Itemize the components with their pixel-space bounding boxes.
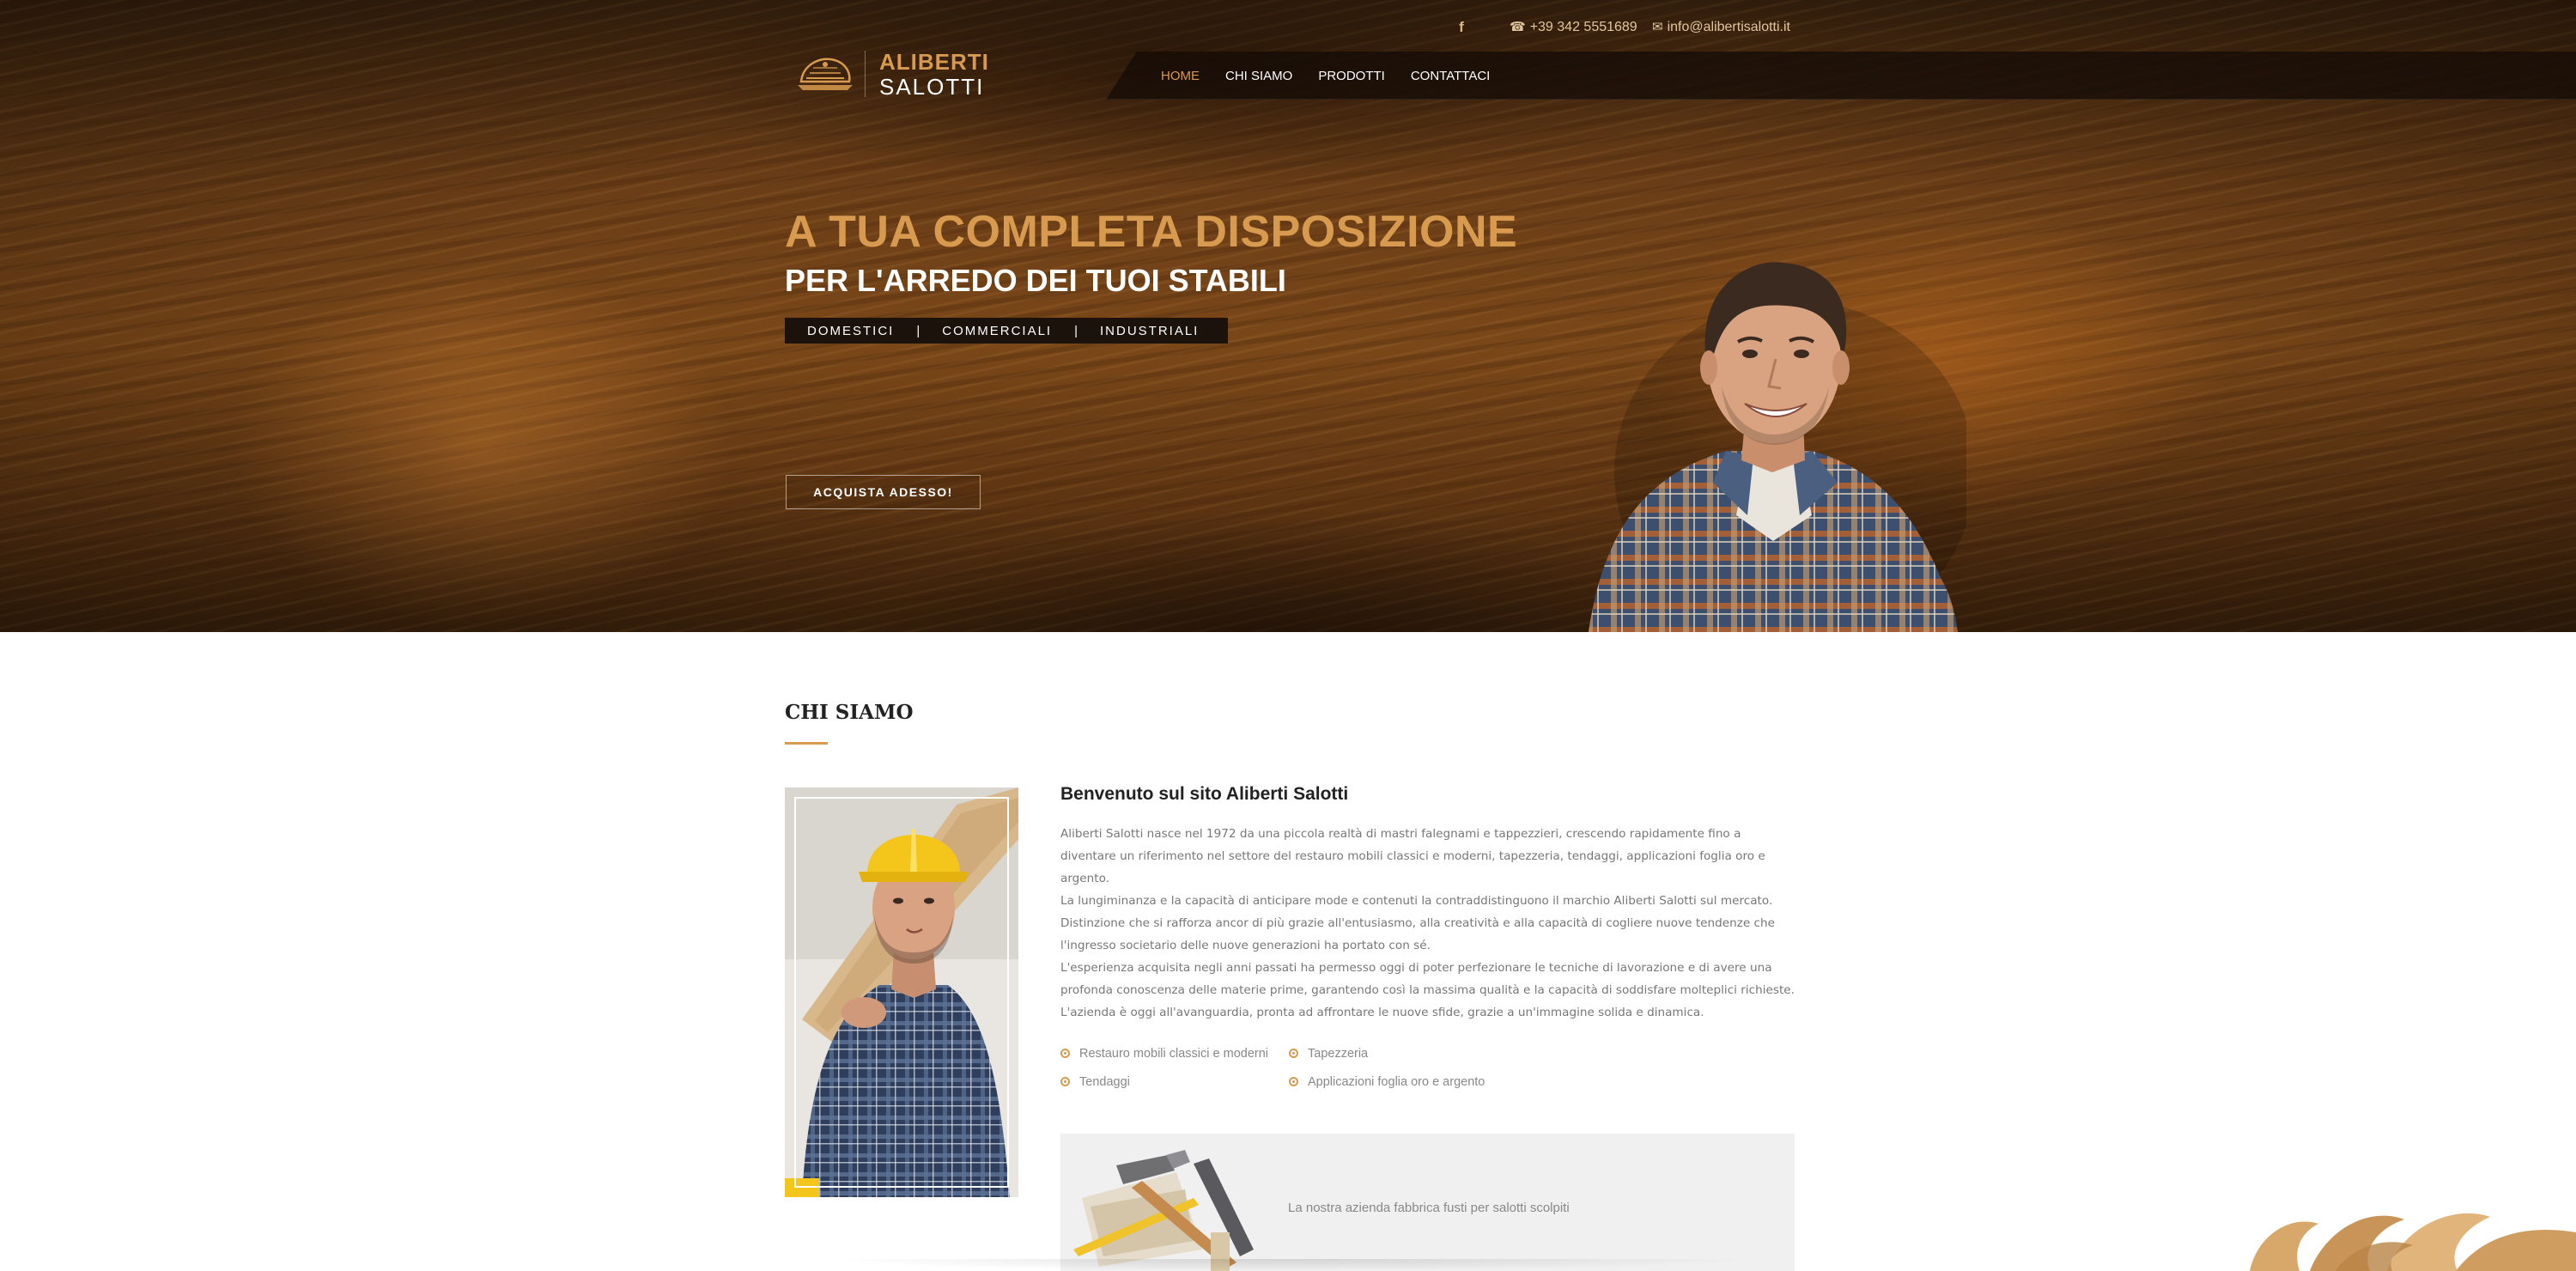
hero-tag-separator: | — [1074, 323, 1078, 338]
feature-item: Restauro mobili classici e moderni — [1060, 1044, 1268, 1063]
hero-tags: DOMESTICI | COMMERCIALI | INDUSTRIALI — [785, 318, 1228, 344]
site-logo[interactable]: ALIBERTI SALOTTI — [794, 47, 988, 103]
envelope-icon: ✉ — [1652, 20, 1663, 34]
tools-image — [1073, 1150, 1254, 1271]
hero-tag-industriali: INDUSTRIALI — [1100, 323, 1200, 338]
wood-shavings-image — [2250, 1213, 2576, 1271]
bullet-icon — [1060, 1076, 1070, 1086]
bullet-icon — [1289, 1076, 1298, 1086]
bullet-icon — [1289, 1048, 1298, 1058]
buy-now-button[interactable]: ACQUISTA ADESSO! — [786, 475, 981, 509]
nav-item-prodotti[interactable]: PRODOTTI — [1318, 69, 1385, 83]
logo-emblem-icon — [798, 58, 853, 90]
hero-subtitle: PER L'ARREDO DEI TUOI STABILI — [785, 263, 1286, 298]
section-title-chi-siamo: CHI SIAMO — [785, 701, 914, 724]
facebook-icon[interactable]: f — [1451, 17, 1472, 38]
phone-icon: ☎ — [1510, 20, 1526, 34]
bullet-icon — [1060, 1048, 1070, 1058]
feature-item: Tendaggi — [1060, 1073, 1130, 1092]
about-paragraph: L'esperienza acquisita negli anni passat… — [1060, 961, 1795, 997]
about-text: Aliberti Salotti nasce nel 1972 da una p… — [1060, 823, 1795, 1024]
hero-tag-commerciali: COMMERCIALI — [942, 323, 1053, 338]
logo-divider — [865, 51, 866, 97]
card-shadow — [816, 1259, 1760, 1271]
about-paragraph: Aliberti Salotti nasce nel 1972 da una p… — [1060, 827, 1765, 885]
about-paragraph: L'azienda è oggi all'avanguardia, pronta… — [1060, 1006, 1704, 1019]
hero-tag-separator: | — [916, 323, 920, 338]
feature-item: Applicazioni foglia oro e argento — [1289, 1073, 1485, 1092]
about-paragraph: La lungiminanza e la capacità di anticip… — [1060, 894, 1776, 952]
section-title-underline — [785, 742, 828, 745]
feature-list: Restauro mobili classici e moderni Tapez… — [1060, 1044, 1576, 1104]
hero-banner: f ☎ +39 342 5551689 ✉ info@alibertisalotti… — [0, 0, 2576, 632]
contact-email[interactable]: ✉ info@alibertisalotti.it — [1652, 17, 1790, 38]
feature-label: Tendaggi — [1079, 1075, 1130, 1089]
contact-phone-text: +39 342 5551689 — [1529, 20, 1637, 34]
hero-tag-domestici: DOMESTICI — [807, 323, 895, 338]
contact-email-text: info@alibertisalotti.it — [1667, 20, 1790, 34]
hero-person-image — [1589, 262, 1966, 632]
about-heading: Benvenuto sul sito Aliberti Salotti — [1060, 784, 1349, 804]
worker-photo-frame — [794, 797, 1009, 1188]
feature-item: Tapezzeria — [1289, 1044, 1368, 1063]
nav-item-chi-siamo[interactable]: CHI SIAMO — [1225, 69, 1292, 83]
logo-text-aliberti: ALIBERTI — [879, 49, 989, 75]
nav-item-home[interactable]: HOME — [1161, 69, 1200, 83]
feature-label: Tapezzeria — [1308, 1047, 1369, 1061]
main-nav: HOME CHI SIAMO PRODOTTI CONTATTACI — [1161, 52, 1490, 100]
logo-text-salotti: SALOTTI — [879, 74, 985, 100]
nav-item-contattaci[interactable]: CONTATTACI — [1411, 69, 1491, 83]
feature-label: Applicazioni foglia oro e argento — [1308, 1075, 1485, 1089]
contact-phone[interactable]: ☎ +39 342 5551689 — [1510, 17, 1637, 38]
promo-text: La nostra azienda fabbrica fusti per sal… — [1288, 1201, 1570, 1215]
feature-label: Restauro mobili classici e moderni — [1079, 1047, 1268, 1061]
hero-title: A TUA COMPLETA DISPOSIZIONE — [785, 207, 1518, 257]
